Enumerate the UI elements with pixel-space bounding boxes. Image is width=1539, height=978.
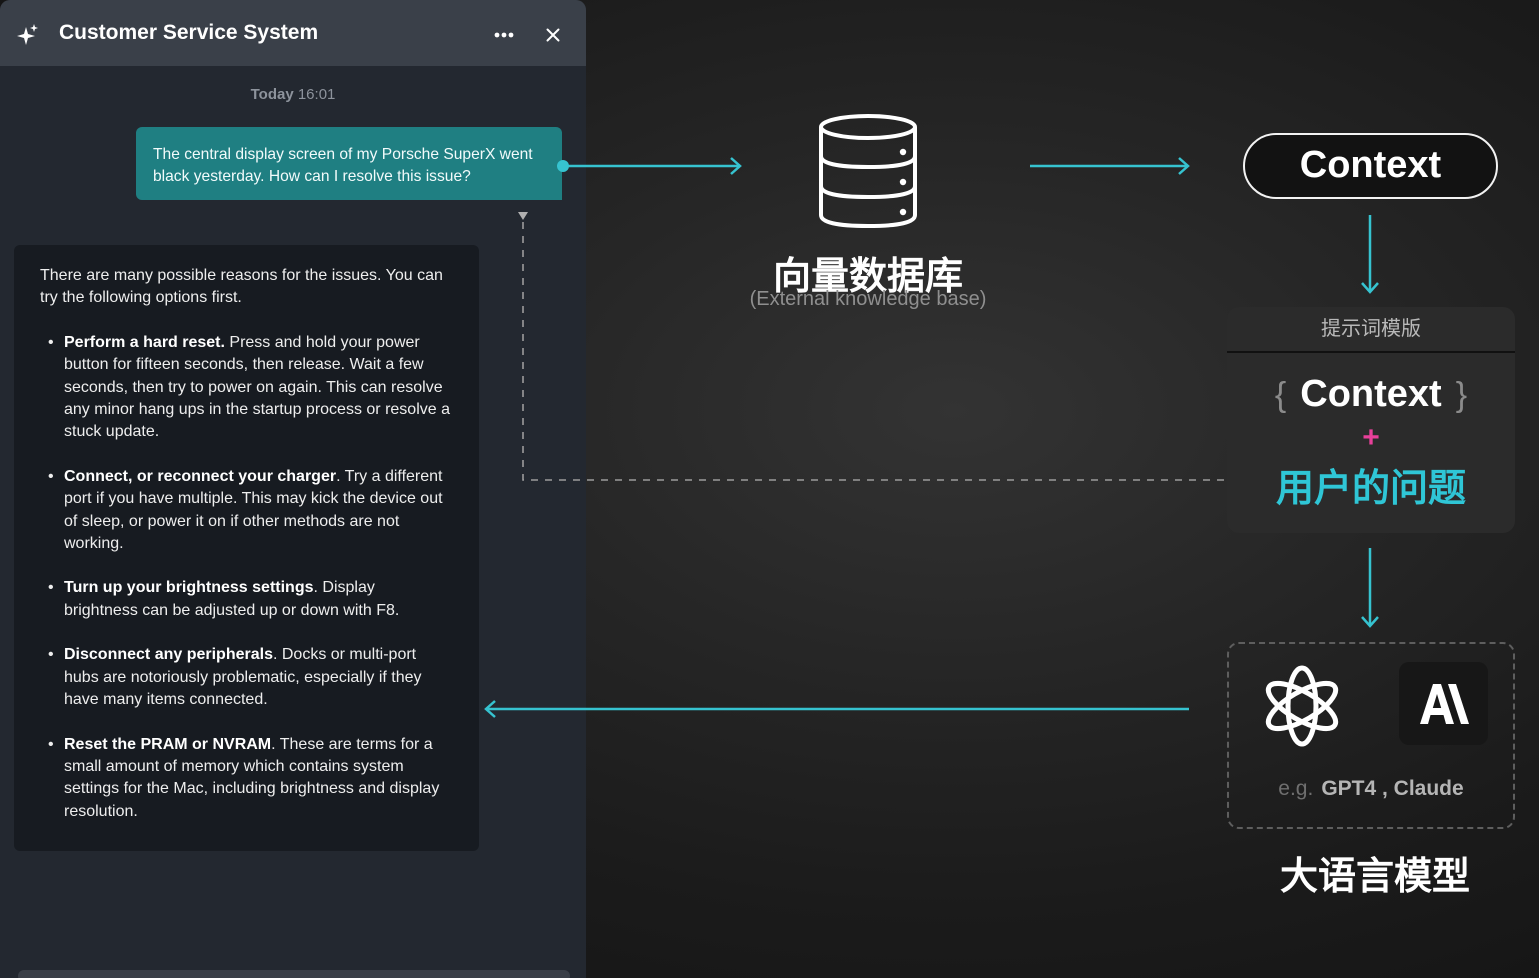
llm-examples: e.g. GPT4 , Claude bbox=[1227, 777, 1515, 801]
arrow-context-to-template bbox=[1361, 215, 1379, 294]
arrow-message-to-database bbox=[568, 157, 742, 175]
prompt-template-title: 提示词模版 bbox=[1227, 307, 1515, 353]
template-user-question: 用户的问题 bbox=[1275, 468, 1466, 510]
context-pill-label: Context bbox=[1299, 144, 1442, 186]
arrow-database-to-context bbox=[1030, 157, 1190, 175]
llm-examples-models: GPT4 , Claude bbox=[1321, 777, 1464, 800]
template-context-label: Context bbox=[1300, 373, 1442, 415]
llm-label: 大语言模型 bbox=[1279, 856, 1470, 898]
arrow-template-to-llm bbox=[1361, 548, 1379, 628]
vector-database-sublabel: (External knowledge base) bbox=[749, 288, 987, 310]
template-context-line: { Context} bbox=[1227, 373, 1515, 416]
context-pill: Context bbox=[1243, 133, 1498, 199]
template-plus-sign: + bbox=[1362, 421, 1380, 454]
brace-close: } bbox=[1455, 376, 1468, 414]
anthropic-logo-icon bbox=[1399, 662, 1488, 745]
anthropic-mark-icon bbox=[1420, 684, 1469, 724]
llm-examples-prefix: e.g. bbox=[1278, 777, 1314, 800]
brace-open: { bbox=[1274, 376, 1287, 414]
prompt-template-box: 提示词模版 { Context} + 用户的问题 bbox=[1227, 307, 1515, 533]
openai-logo-icon bbox=[1265, 665, 1339, 747]
arrow-llm-to-answer bbox=[484, 700, 1189, 718]
database-icon bbox=[819, 114, 917, 229]
diagram-stage: Customer Service System Today 16:01 The … bbox=[0, 0, 1539, 978]
